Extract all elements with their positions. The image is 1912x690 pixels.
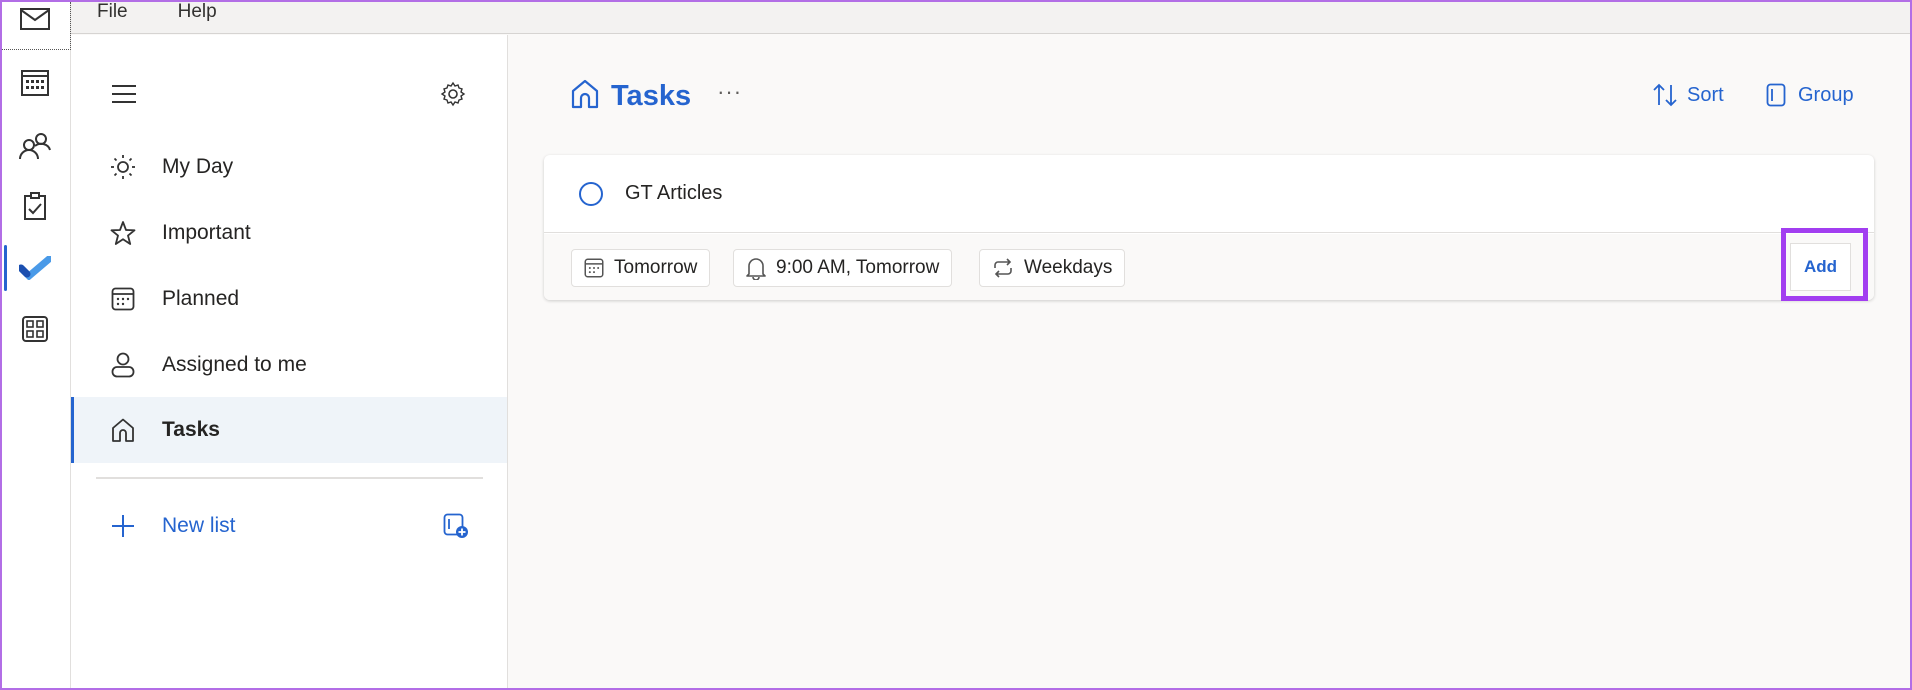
add-task-button[interactable]: Add — [1790, 243, 1851, 291]
group-label: Group — [1798, 83, 1854, 106]
more-options-button[interactable]: ··· — [717, 79, 742, 105]
clipboard-check-icon[interactable] — [18, 189, 52, 223]
menu-bar: File Help — [71, 0, 1912, 34]
sidebar-item-label: Planned — [162, 287, 240, 310]
calendar-icon — [109, 285, 137, 313]
settings-gear-icon[interactable] — [440, 81, 466, 112]
calendar-icon — [584, 258, 604, 278]
main-pane: Tasks ··· Sort Group GT Articles Tomorro… — [508, 35, 1912, 690]
apps-icon[interactable] — [18, 312, 52, 346]
sidebar-item-my-day[interactable]: My Day — [71, 134, 507, 200]
sidebar-item-planned[interactable]: Planned — [71, 266, 507, 332]
new-group-icon[interactable] — [443, 513, 469, 544]
group-button[interactable]: Group — [1766, 83, 1854, 107]
repeat-chip[interactable]: Weekdays — [979, 249, 1126, 287]
task-complete-circle[interactable] — [579, 181, 603, 206]
sidebar-item-assigned-to-me[interactable]: Assigned to me — [71, 332, 507, 398]
due-date-chip[interactable]: Tomorrow — [571, 249, 711, 287]
bell-icon — [746, 258, 766, 280]
task-input-row[interactable]: GT Articles — [544, 155, 1874, 233]
app-rail — [0, 0, 71, 690]
menu-file[interactable]: File — [97, 1, 128, 23]
sort-arrows-icon — [1653, 83, 1677, 107]
people-icon[interactable] — [18, 129, 52, 163]
todo-icon[interactable] — [18, 251, 52, 285]
reminder-label: 9:00 AM, Tomorrow — [776, 257, 940, 278]
star-icon — [109, 219, 137, 247]
home-icon — [571, 79, 599, 114]
rail-selected-indicator — [4, 245, 7, 291]
person-icon — [109, 351, 137, 379]
sidebar-item-label: Tasks — [162, 418, 220, 441]
page-title: Tasks — [611, 80, 692, 112]
reminder-chip[interactable]: 9:00 AM, Tomorrow — [733, 249, 953, 287]
home-icon — [109, 416, 137, 444]
new-list-button[interactable]: New list — [71, 493, 507, 559]
new-list-label: New list — [162, 514, 236, 537]
plus-icon — [109, 512, 137, 540]
sidebar-item-label: Assigned to me — [162, 353, 307, 376]
hamburger-icon[interactable] — [111, 84, 137, 109]
sidebar-divider — [96, 477, 483, 479]
group-icon — [1766, 83, 1786, 107]
sidebar-item-important[interactable]: Important — [71, 200, 507, 266]
repeat-label: Weekdays — [1024, 257, 1113, 278]
task-title-input[interactable]: GT Articles — [625, 182, 722, 205]
sort-button[interactable]: Sort — [1651, 83, 1724, 107]
add-task-card: GT Articles Tomorrow 9:00 AM, Tomorrow W… — [544, 155, 1874, 301]
calendar-icon[interactable] — [18, 65, 52, 99]
list-header: Tasks ··· — [571, 79, 742, 114]
mail-icon[interactable] — [18, 2, 52, 36]
due-date-label: Tomorrow — [614, 257, 698, 278]
sidebar: My Day Important Planned Assigned to me … — [71, 35, 508, 690]
sort-label: Sort — [1687, 83, 1724, 106]
sun-icon — [109, 153, 137, 181]
repeat-icon — [994, 258, 1012, 278]
task-options-bar: Tomorrow 9:00 AM, Tomorrow Weekdays Add — [544, 228, 1874, 301]
menu-help[interactable]: Help — [178, 1, 217, 23]
sidebar-item-label: My Day — [162, 155, 234, 178]
sidebar-item-tasks[interactable]: Tasks — [71, 397, 507, 463]
sidebar-item-label: Important — [162, 221, 251, 244]
